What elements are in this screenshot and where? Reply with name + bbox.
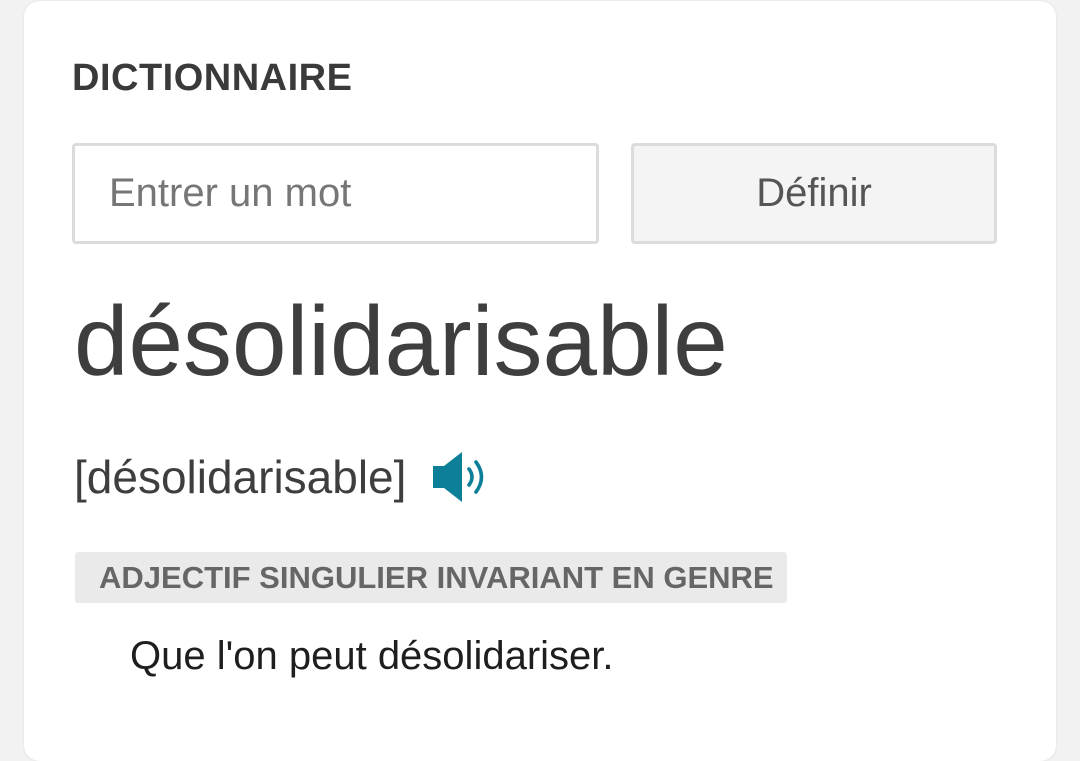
speaker-icon[interactable] [432, 450, 490, 504]
define-button[interactable]: Définir [631, 143, 997, 244]
pronunciation-text: [désolidarisable] [74, 451, 407, 503]
dictionary-card: DICTIONNAIRE Définir désolidarisable [dé… [24, 1, 1056, 761]
pronunciation-row: [désolidarisable] [74, 447, 490, 507]
headword: désolidarisable [74, 286, 728, 396]
definition-text: Que l'on peut désolidariser. [130, 634, 614, 678]
word-search-input[interactable] [72, 143, 599, 244]
part-of-speech-badge: ADJECTIF SINGULIER INVARIANT EN GENRE [75, 552, 787, 603]
section-title: DICTIONNAIRE [72, 57, 353, 99]
